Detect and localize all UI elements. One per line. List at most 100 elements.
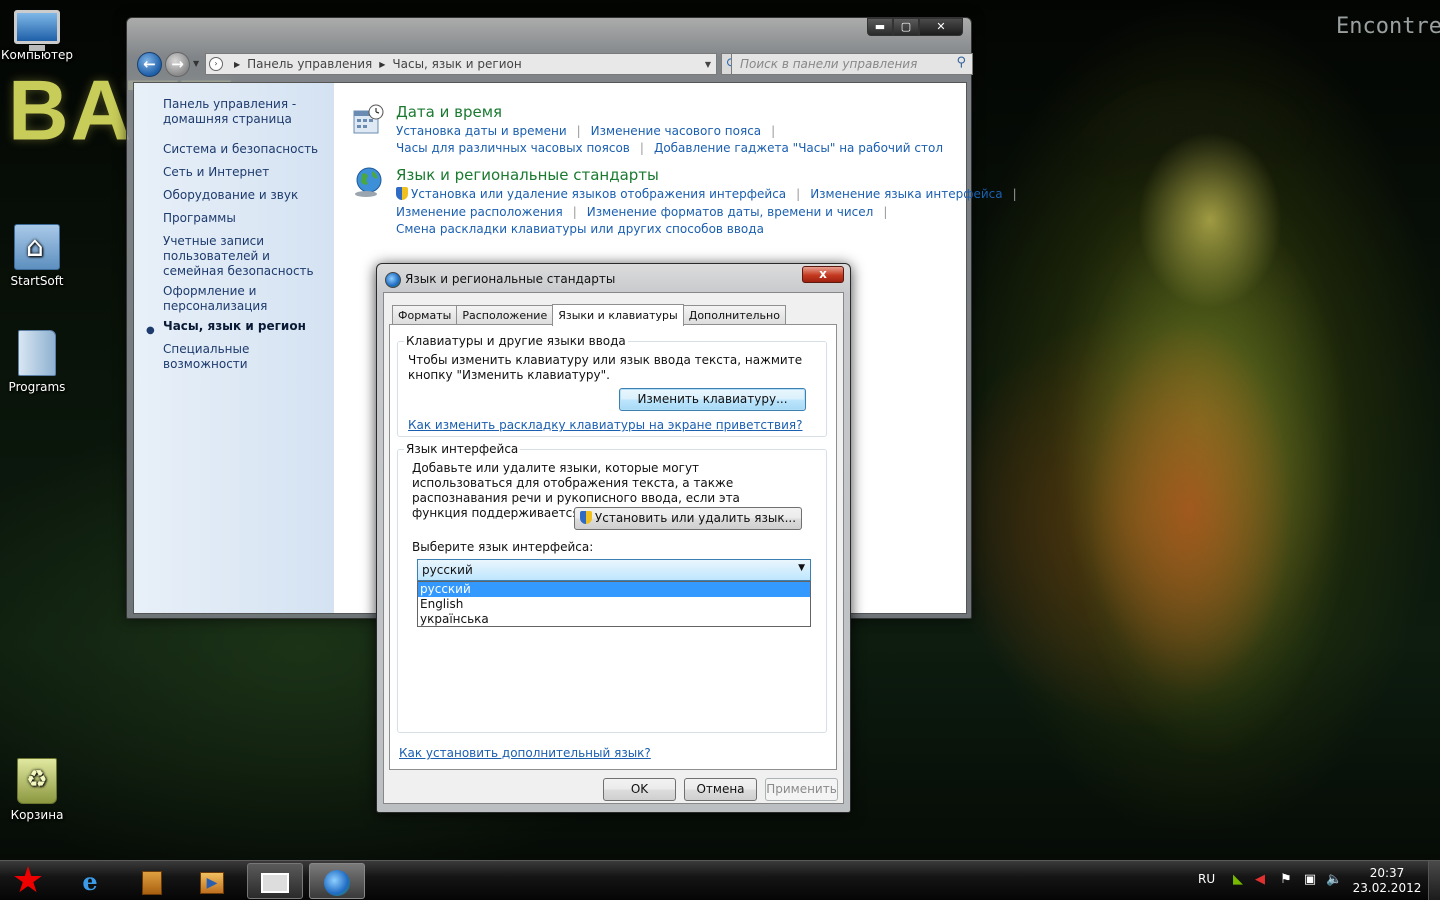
wallpaper-figure — [1010, 80, 1410, 860]
chevron-down-icon[interactable]: ▼ — [700, 60, 716, 69]
category-links-row: Установка даты и времени | Изменение часов… — [396, 124, 776, 138]
desktop-icon-programs[interactable]: Programs — [0, 330, 74, 394]
desktop-icon-startsoft[interactable]: StartSoft — [0, 224, 74, 288]
link-additional-clocks[interactable]: Часы для различных часовых поясов — [396, 141, 630, 155]
wallpaper-caption: Encontre Dic — [1336, 14, 1440, 39]
control-panel-icon: › — [209, 57, 223, 71]
uac-shield-icon — [396, 187, 408, 200]
action-center-flag-icon[interactable]: ⚑ — [1278, 872, 1294, 888]
link-change-formats[interactable]: Изменение форматов даты, времени и чисел — [587, 205, 874, 219]
change-keyboards-button[interactable]: Изменить клавиатуру... — [619, 388, 806, 411]
sidebar-item-user-accounts[interactable]: Учетные записи пользователей и семейная … — [163, 234, 323, 279]
computer-icon — [14, 10, 60, 51]
taskbar-control-panel[interactable] — [247, 863, 303, 899]
link-change-keyboards[interactable]: Смена раскладки клавиатуры или других сп… — [396, 222, 764, 236]
ok-button[interactable]: OK — [603, 778, 676, 801]
tab-administrative[interactable]: Дополнительно — [682, 305, 786, 325]
close-button[interactable]: x — [802, 266, 844, 283]
sidebar-item-home[interactable]: Панель управления - домашняя страница — [163, 97, 323, 127]
archive-icon — [142, 871, 162, 895]
forward-button[interactable]: → — [165, 52, 190, 77]
nvidia-icon[interactable]: ◣ — [1230, 872, 1246, 888]
maximize-button[interactable]: ▢ — [893, 18, 919, 36]
active-bullet-icon: ● — [146, 325, 155, 336]
navigation-bar: ← → ▼ › ▶ Панель управления ▶ Часы, язык… — [135, 51, 973, 77]
chevron-right-icon[interactable]: ▶ — [379, 60, 385, 69]
chevron-down-icon[interactable]: ▼ — [798, 563, 805, 573]
globe-icon — [385, 272, 401, 288]
clock-time: 20:37 — [1369, 866, 1405, 880]
address-bar[interactable]: › ▶ Панель управления ▶ Часы, язык и рег… — [205, 53, 717, 75]
keyboard-welcome-screen-link[interactable]: Как изменить раскладку клавиатуры на экр… — [408, 418, 802, 433]
minimize-button[interactable]: ▬ — [867, 18, 893, 36]
search-input[interactable]: Поиск в панели управления ⚲ — [731, 53, 973, 75]
install-languages-label: Установить или удалить язык... — [594, 511, 797, 525]
globe-icon — [355, 167, 382, 197]
search-placeholder: Поиск в панели управления — [740, 57, 918, 71]
recycle-bin-icon — [17, 758, 57, 804]
link-change-location[interactable]: Изменение расположения — [396, 205, 563, 219]
search-icon[interactable]: ⚲ — [956, 55, 966, 70]
install-languages-button[interactable]: Установить или удалить язык... — [574, 507, 802, 530]
breadcrumb-clock-language-region[interactable]: Часы, язык и регион — [392, 57, 521, 71]
category-title[interactable]: Язык и региональные стандарты — [396, 166, 659, 184]
category-links-row: Установка или удаление языков отображени… — [396, 187, 1027, 201]
cancel-button[interactable]: Отмена — [684, 778, 757, 801]
sidebar-item-accessibility[interactable]: Специальные возможности — [163, 342, 323, 372]
sidebar-item-clock-language-region[interactable]: Часы, язык и регион — [163, 319, 323, 334]
taskbar-archive[interactable] — [124, 863, 180, 899]
globe-icon — [324, 870, 350, 896]
taskbar: ★ e ▶ RU ◣ ◀ ⚑ ▣ 🔈 20:37 23.02.2012 — [0, 860, 1440, 900]
link-clock-gadget[interactable]: Добавление гаджета "Часы" на рабочий сто… — [654, 141, 943, 155]
option-english[interactable]: English — [418, 597, 810, 612]
chevron-right-icon[interactable]: ▶ — [234, 60, 240, 69]
category-links-row: Изменение расположения | Изменение формато… — [396, 205, 888, 219]
antivirus-icon[interactable]: ◀ — [1252, 872, 1268, 888]
display-language-select[interactable]: русский ▼ — [417, 559, 811, 581]
option-ukrainian[interactable]: українська — [418, 612, 810, 627]
taskbar-media-player[interactable]: ▶ — [184, 863, 240, 899]
sidebar-item-system-security[interactable]: Система и безопасность — [163, 142, 323, 157]
tab-strip: Форматы Расположение Языки и клавиатуры … — [392, 303, 786, 326]
sidebar-item-appearance[interactable]: Оформление и персонализация — [163, 284, 323, 314]
option-russian[interactable]: русский — [418, 582, 810, 597]
desktop-icon-computer[interactable]: Компьютер — [0, 6, 74, 62]
category-links-row: Часы для различных часовых поясов | Добавл… — [396, 141, 944, 155]
link-install-display-languages[interactable]: Установка или удаление языков отображени… — [411, 187, 786, 201]
network-icon[interactable]: ▣ — [1302, 872, 1318, 888]
close-button[interactable]: ✕ — [919, 18, 963, 36]
breadcrumb-control-panel[interactable]: Панель управления — [247, 57, 372, 71]
media-player-icon: ▶ — [200, 872, 224, 894]
volume-icon[interactable]: 🔈 — [1326, 872, 1342, 888]
install-additional-language-link[interactable]: Как установить дополнительный язык? — [399, 746, 651, 761]
tab-page: Клавиатуры и другие языки ввода Чтобы из… — [389, 324, 837, 770]
show-desktop-button[interactable] — [1428, 861, 1440, 900]
tab-formats[interactable]: Форматы — [392, 305, 458, 325]
desktop-icon-label: Корзина — [10, 808, 64, 822]
apply-button[interactable]: Применить — [765, 778, 838, 801]
link-change-display-language[interactable]: Изменение языка интерфейса — [810, 187, 1002, 201]
start-button[interactable]: ★ — [8, 863, 48, 899]
link-set-date-time[interactable]: Установка даты и времени — [396, 124, 567, 138]
language-indicator[interactable]: RU — [1198, 872, 1215, 900]
taskbar-internet-explorer[interactable]: e — [62, 863, 118, 899]
dialog-client-area: Форматы Расположение Языки и клавиатуры … — [383, 292, 844, 804]
sidebar-item-programs[interactable]: Программы — [163, 211, 323, 226]
desktop-icon-label: StartSoft — [10, 274, 64, 288]
tab-keyboards-languages[interactable]: Языки и клавиатуры — [552, 304, 684, 326]
sidebar-item-network[interactable]: Сеть и Интернет — [163, 165, 323, 180]
select-value: русский — [422, 563, 473, 577]
tab-location[interactable]: Расположение — [456, 305, 554, 325]
keyboards-description: Чтобы изменить клавиатуру или язык ввода… — [408, 353, 803, 382]
category-title[interactable]: Дата и время — [396, 103, 502, 121]
window-caption-buttons: ▬ ▢ ✕ — [867, 18, 963, 36]
desktop-icon-recycle-bin[interactable]: Корзина — [0, 758, 74, 822]
category-links-row: Смена раскладки клавиатуры или других сп… — [396, 222, 764, 236]
link-change-time-zone[interactable]: Изменение часового пояса — [591, 124, 761, 138]
internet-explorer-icon: e — [82, 867, 98, 896]
clock[interactable]: 20:37 23.02.2012 — [1352, 866, 1422, 896]
back-button[interactable]: ← — [137, 52, 162, 77]
sidebar-item-hardware-sound[interactable]: Оборудование и звук — [163, 188, 323, 203]
taskbar-region-language[interactable] — [309, 863, 365, 899]
recent-pages-dropdown[interactable]: ▼ — [193, 59, 199, 68]
